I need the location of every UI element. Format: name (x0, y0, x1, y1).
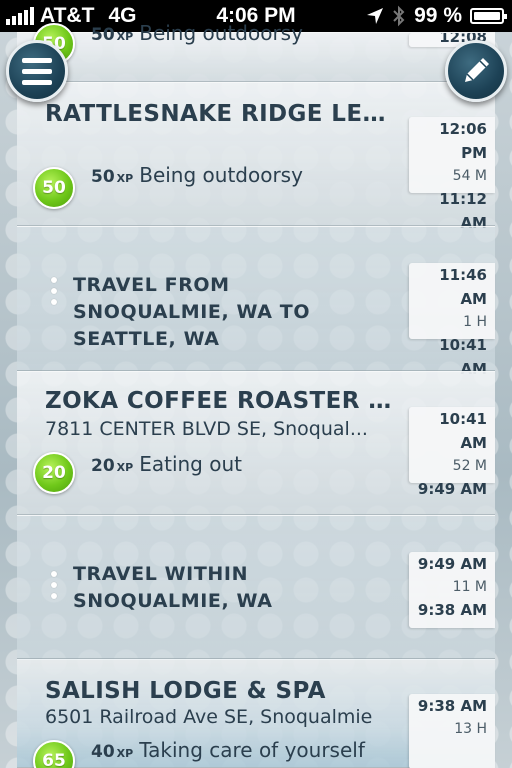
time-start: 9:38 AM (417, 697, 487, 715)
time-end: 9:49 AM (417, 480, 487, 498)
xp-value: 40 (91, 742, 115, 762)
place-title: RATTLESNAKE RIDGE LEDGE (45, 101, 401, 127)
battery-percent: 99 % (414, 4, 462, 27)
time-box: 10:41 AM 52 M 9:49 AM (409, 407, 495, 498)
xp-value: 20 (91, 456, 115, 476)
place-title: SALISH LODGE & SPA (45, 678, 326, 704)
battery-fill (474, 12, 500, 20)
pencil-icon (465, 58, 489, 82)
timeline-entry-partial[interactable]: 50 50XPBeing outdoorsy 12:08 PM (17, 21, 495, 82)
hamburger-menu-icon (22, 57, 52, 85)
timeline-entry-place[interactable]: RATTLESNAKE RIDGE LEDGE 50 50 XP Being out… (17, 82, 495, 232)
duration: 11 M (452, 579, 487, 595)
duration: 1 H (463, 314, 487, 330)
time-end: 9:38 AM (417, 601, 487, 619)
activity-label: Being outdoorsy (139, 163, 303, 187)
travel-dots-icon (49, 571, 59, 599)
travel-title: TRAVEL FROM SNOQUALMIE, WA TO SEATTLE, W… (73, 274, 311, 350)
time-box: 11:46 AM 1 H 10:41 AM (409, 263, 495, 378)
xp-line: 50 XP Being outdoorsy (91, 163, 303, 187)
time-start: 10:41 AM (439, 410, 487, 452)
timeline-entry-travel[interactable]: TRAVEL WITHIN SNOQUALMIE, WA 9:49 AM 11 … (17, 515, 495, 659)
time-box: 9:49 AM 11 M 9:38 AM (409, 552, 495, 628)
xp-line: 50 XP Being outdoorsy (91, 21, 303, 45)
timeline-entry-place[interactable]: SALISH LODGE & SPA 6501 Railroad Ave SE,… (17, 659, 495, 768)
xp-unit: XP (116, 747, 134, 760)
duration: 52 M (452, 458, 487, 474)
bluetooth-icon (393, 5, 405, 27)
timeline-entry-place[interactable]: ZOKA COFFEE ROASTER &... 7811 CENTER BLV… (17, 371, 495, 515)
timeline-entry-travel[interactable]: TRAVEL FROM SNOQUALMIE, WA TO SEATTLE, W… (17, 226, 495, 378)
travel-title: TRAVEL WITHIN SNOQUALMIE, WA (73, 563, 273, 612)
xp-badge: 65 (33, 740, 75, 768)
xp-unit: XP (116, 172, 134, 185)
activity-label: Taking care of yourself (139, 738, 365, 762)
time-box: 9:38 AM 13 H (409, 694, 495, 768)
time-start: 9:49 AM (417, 555, 487, 573)
xp-badge: 20 (33, 452, 75, 494)
xp-unit: XP (116, 30, 134, 43)
menu-button[interactable] (6, 40, 68, 102)
time-start: 11:46 AM (439, 266, 487, 308)
activity-label: Being outdoorsy (139, 21, 303, 45)
xp-unit: XP (116, 461, 134, 474)
place-address: 7811 CENTER BLVD SE, Snoqual... (45, 418, 368, 440)
xp-value: 50 (91, 167, 115, 187)
duration: 54 M (452, 168, 487, 184)
xp-value: 50 (91, 25, 115, 45)
xp-line: 20 XP Eating out (91, 452, 242, 476)
activity-label: Eating out (139, 452, 242, 476)
location-arrow-icon (367, 8, 384, 24)
xp-badge: 50 (33, 167, 75, 209)
travel-dots-icon (49, 277, 59, 305)
time-start: 12:06 PM (439, 120, 487, 162)
compose-button[interactable] (445, 40, 507, 102)
time-box: 12:06 PM 54 M 11:12 AM (409, 117, 495, 232)
place-address: 6501 Railroad Ave SE, Snoqualmie (45, 706, 373, 728)
duration: 13 H (454, 721, 487, 737)
place-title: ZOKA COFFEE ROASTER &... (45, 388, 401, 414)
battery-icon (470, 8, 507, 24)
xp-line: 40 XP Taking care of yourself (91, 738, 365, 762)
